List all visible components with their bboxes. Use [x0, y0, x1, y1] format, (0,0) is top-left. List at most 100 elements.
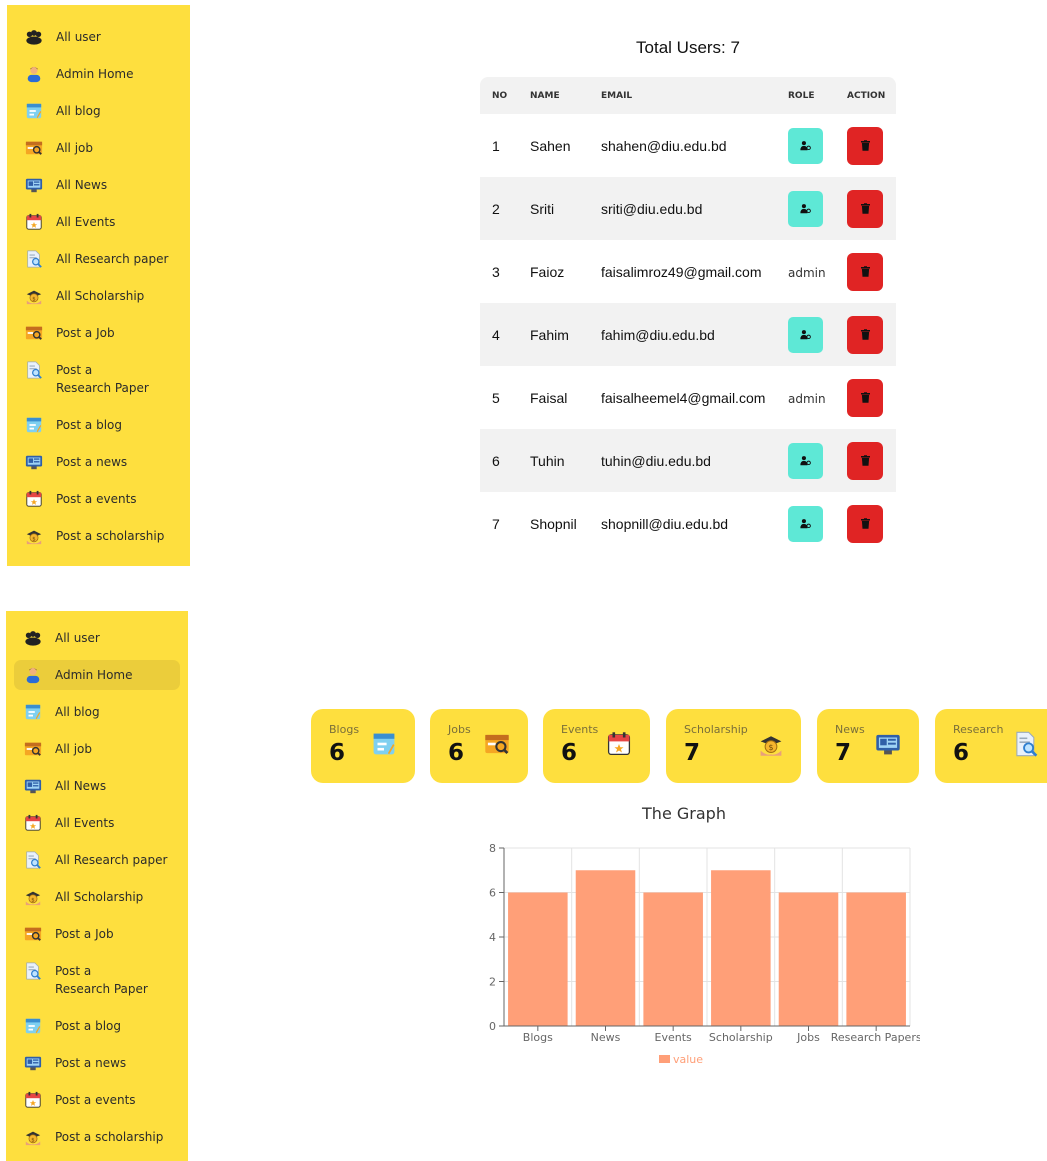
sidebar-item-all-research-paper[interactable]: All Research paper	[14, 845, 180, 875]
delete-user-button[interactable]	[847, 441, 883, 480]
cell-role: admin	[776, 366, 835, 429]
delete-user-button[interactable]	[847, 378, 883, 417]
calendar-icon	[25, 213, 43, 231]
blog-icon	[25, 416, 43, 434]
y-tick-label: 4	[489, 931, 496, 944]
trash-icon	[860, 266, 870, 277]
sidebar-item-all-news[interactable]: All News	[15, 170, 182, 200]
sidebar-item-label: Post a Research Paper	[56, 363, 149, 395]
sidebar-item-post-a-research-paper[interactable]: Post a Research Paper	[15, 355, 182, 403]
sidebar-item-all-events[interactable]: All Events	[15, 207, 182, 237]
bar-news	[575, 870, 636, 1026]
svg-text:$: $	[769, 743, 774, 752]
cell-role: admin	[776, 240, 835, 303]
role-user-icon	[800, 203, 811, 214]
role-user-icon	[800, 329, 811, 340]
sidebar-item-all-job[interactable]: All job	[15, 133, 182, 163]
cell-email: sriti@diu.edu.bd	[589, 177, 776, 240]
legend-swatch	[659, 1055, 670, 1063]
news-icon	[25, 176, 43, 194]
sidebar-item-admin-home[interactable]: Admin Home	[14, 660, 180, 690]
sidebar-item-post-a-scholarship[interactable]: $ Post a scholarship	[14, 1122, 180, 1152]
make-admin-button[interactable]	[788, 505, 823, 542]
sidebar-item-label: All Scholarship	[56, 289, 145, 303]
sidebar-item-label: All job	[56, 141, 93, 155]
table-row: 6 Tuhin tuhin@diu.edu.bd	[480, 429, 896, 492]
x-tick-label: Research Papers	[831, 1031, 920, 1044]
sidebar-item-label: Post a Research Paper	[55, 964, 148, 996]
sidebar-item-post-a-events[interactable]: Post a events	[14, 1085, 180, 1115]
sidebar-item-label: Post a events	[55, 1093, 136, 1107]
sidebar-item-label: Post a events	[56, 492, 137, 506]
scholarship-icon: $	[758, 731, 784, 757]
users-table: NO NAME EMAIL ROLE ACTION 1 Sahen shahen@d…	[480, 77, 896, 555]
cell-action	[835, 303, 896, 366]
sidebar-item-all-events[interactable]: All Events	[14, 808, 180, 838]
sidebar-item-post-a-blog[interactable]: Post a blog	[14, 1011, 180, 1041]
sidebar-item-all-scholarship[interactable]: $ All Scholarship	[15, 281, 182, 311]
cell-action	[835, 492, 896, 555]
cell-no: 4	[480, 303, 518, 366]
calendar-icon	[24, 814, 42, 832]
sidebar-item-all-scholarship[interactable]: $ All Scholarship	[14, 882, 180, 912]
cell-no: 1	[492, 137, 500, 154]
delete-user-button[interactable]	[847, 189, 883, 228]
sidebar-item-all-blog[interactable]: All blog	[14, 697, 180, 727]
x-tick-label: News	[591, 1031, 621, 1044]
scholarship-icon: $	[25, 527, 43, 545]
sidebar-item-label: All job	[55, 742, 92, 756]
sidebar-item-post-a-events[interactable]: Post a events	[15, 484, 182, 514]
job-icon	[25, 139, 43, 157]
sidebar-item-post-a-blog[interactable]: Post a blog	[15, 410, 182, 440]
make-admin-button[interactable]	[788, 127, 823, 164]
sidebar-item-post-a-job[interactable]: Post a Job	[14, 919, 180, 949]
sidebar-item-all-news[interactable]: All News	[14, 771, 180, 801]
cell-name: Fahim	[518, 303, 589, 366]
make-admin-button[interactable]	[788, 190, 823, 227]
cell-role	[776, 177, 835, 240]
users-group-icon	[25, 28, 43, 46]
delete-user-button[interactable]	[847, 315, 883, 354]
sidebar-item-post-a-research-paper[interactable]: Post a Research Paper	[14, 956, 180, 1004]
cell-no: 6	[480, 429, 518, 492]
sidebar-item-all-blog[interactable]: All blog	[15, 96, 182, 126]
stat-card-news: News 7	[817, 709, 919, 783]
col-no: NO	[480, 77, 518, 114]
sidebar-item-post-a-scholarship[interactable]: $ Post a scholarship	[15, 521, 182, 551]
cell-no: 2	[480, 177, 518, 240]
col-action: ACTION	[835, 77, 896, 114]
sidebar-item-label: All Research paper	[56, 252, 169, 266]
cell-name: Shopnil	[530, 515, 577, 532]
y-tick-label: 6	[489, 887, 496, 900]
cell-email: tuhin@diu.edu.bd	[589, 429, 776, 492]
sidebar-item-all-job[interactable]: All job	[14, 734, 180, 764]
sidebar-item-post-a-job[interactable]: Post a Job	[15, 318, 182, 348]
make-admin-button[interactable]	[788, 316, 823, 353]
research-icon	[25, 250, 43, 268]
delete-user-button[interactable]	[847, 126, 883, 165]
sidebar-item-admin-home[interactable]: Admin Home	[15, 59, 182, 89]
sidebar-item-label: All Scholarship	[55, 890, 144, 904]
cell-email: faisalheemel4@gmail.com	[601, 389, 766, 406]
sidebar-item-all-user[interactable]: All user	[15, 22, 182, 52]
calendar-icon	[25, 490, 43, 508]
table-row: 2 Sriti sriti@diu.edu.bd	[480, 177, 896, 240]
sidebar-item-post-a-news[interactable]: Post a news	[15, 447, 182, 477]
sidebar-item-post-a-news[interactable]: Post a news	[14, 1048, 180, 1078]
cell-email: shahen@diu.edu.bd	[601, 137, 727, 154]
role-text: admin	[788, 391, 826, 406]
cell-no: 7	[492, 515, 500, 532]
delete-user-button[interactable]	[847, 252, 883, 291]
delete-user-button[interactable]	[847, 504, 883, 543]
trash-icon	[860, 518, 870, 529]
sidebar-item-all-user[interactable]: All user	[14, 623, 180, 653]
sidebar-item-all-research-paper[interactable]: All Research paper	[15, 244, 182, 274]
cell-action	[835, 366, 896, 429]
cell-action	[835, 177, 896, 240]
make-admin-button[interactable]	[788, 442, 823, 479]
scholarship-icon: $	[24, 1128, 42, 1146]
research-icon	[24, 962, 42, 980]
calendar-icon	[24, 1091, 42, 1109]
blog-icon	[371, 731, 397, 757]
scholarship-icon: $	[25, 287, 43, 305]
